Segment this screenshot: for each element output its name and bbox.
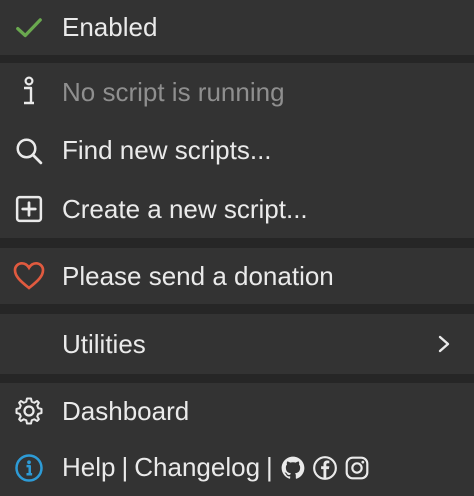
gear-icon [12, 394, 46, 428]
help-link[interactable]: Help [62, 452, 115, 483]
popup-menu: Enabled No script is running Find new sc… [0, 0, 474, 496]
chevron-right-icon [434, 334, 454, 354]
info-icon [12, 75, 46, 109]
divider [0, 238, 474, 248]
check-icon [12, 11, 46, 45]
utilities-label: Utilities [62, 328, 146, 359]
utilities-submenu[interactable]: Utilities [0, 314, 474, 374]
create-script-item[interactable]: Create a new script... [0, 180, 474, 238]
find-scripts-label: Find new scripts... [62, 135, 272, 165]
plus-square-icon [12, 192, 46, 226]
create-script-label: Create a new script... [62, 193, 308, 224]
dashboard-label: Dashboard [62, 395, 190, 426]
divider [0, 374, 474, 383]
enabled-label: Enabled [62, 12, 158, 42]
info-circle-icon [12, 451, 46, 485]
help-row: Help | Changelog | [0, 439, 474, 496]
enabled-toggle[interactable]: Enabled [0, 0, 474, 55]
donation-item[interactable]: Please send a donation [0, 248, 474, 304]
changelog-link[interactable]: Changelog [134, 452, 260, 483]
social-links [279, 454, 375, 482]
help-links: Help | Changelog | [62, 452, 375, 483]
donation-label: Please send a donation [62, 260, 334, 291]
status-label: No script is running [62, 76, 285, 107]
search-icon [12, 134, 46, 168]
find-scripts-item[interactable]: Find new scripts... [0, 121, 474, 180]
dashboard-item[interactable]: Dashboard [0, 383, 474, 439]
instagram-icon[interactable] [343, 454, 371, 482]
heart-icon [12, 259, 46, 293]
status-row: No script is running [0, 63, 474, 121]
separator: | [121, 452, 129, 482]
separator: | [266, 452, 273, 482]
github-icon[interactable] [279, 454, 307, 482]
divider [0, 304, 474, 314]
divider [0, 55, 474, 63]
facebook-icon[interactable] [311, 454, 339, 482]
